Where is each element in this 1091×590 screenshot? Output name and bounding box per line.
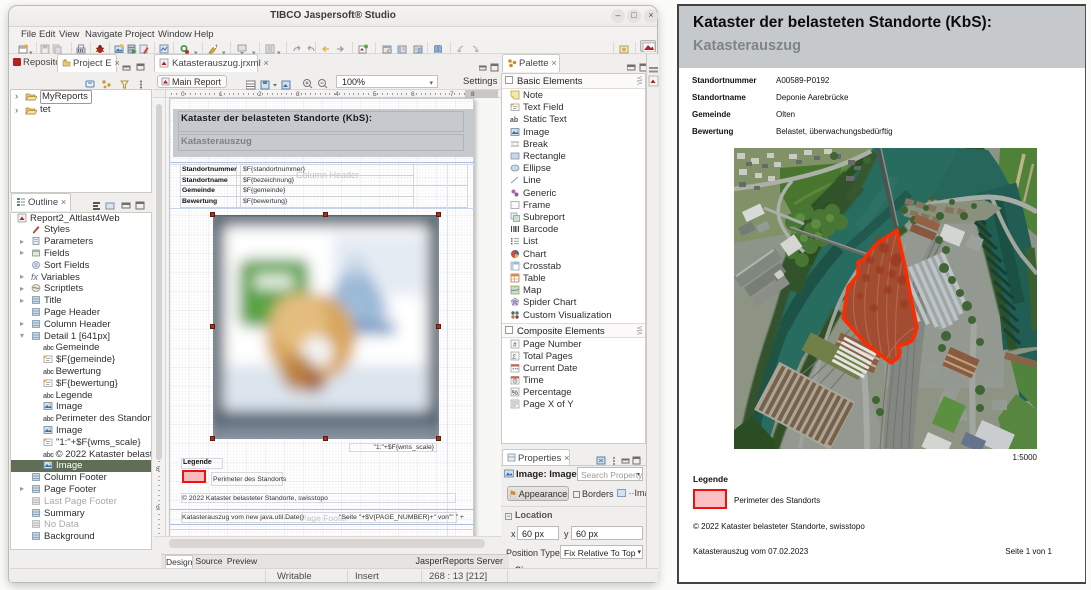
svg-text:Σ: Σ bbox=[511, 353, 516, 360]
svg-text:ab: ab bbox=[510, 117, 518, 124]
svg-text:#: # bbox=[513, 341, 517, 348]
svg-text:%: % bbox=[512, 390, 518, 397]
